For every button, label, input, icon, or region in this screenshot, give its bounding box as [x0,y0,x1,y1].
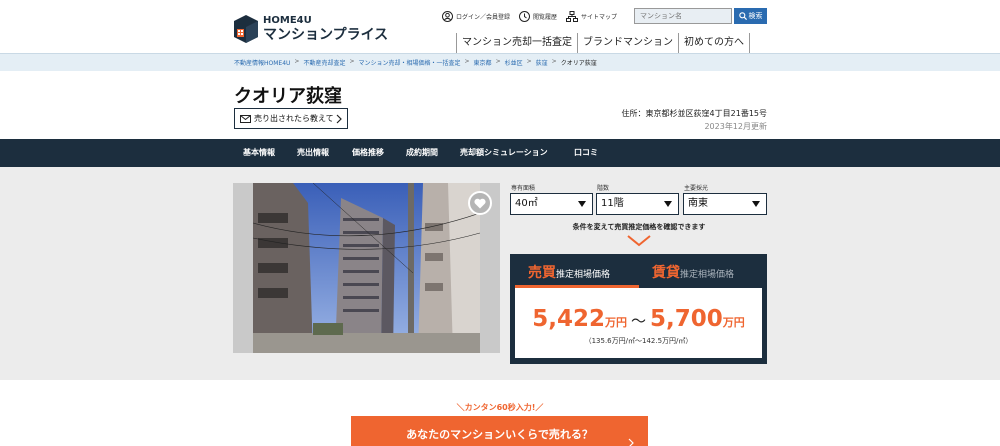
site-search: 検索 [634,8,767,24]
updated-date: 2023年12月更新 [704,122,767,131]
rent-tab-label: 推定相場価格 [680,270,735,280]
rent-tab-strong: 賃貸 [652,265,680,281]
breadcrumb-separator: > [551,58,557,65]
tab-sale-price[interactable]: 売買推定相場価格 [510,254,638,286]
breadcrumb: 不動産情報HOME4U > 不動産売却査定 > マンション売却・相場価格・一括査定 >… [234,58,597,67]
price-range: 5,422万円～ 5,700万円 [515,306,762,332]
login-label: ログイン／会員登録 [456,14,511,21]
area-label: 専有面積 [511,185,536,192]
notify-when-listed-button[interactable]: 売り出されたら教えて [234,108,348,129]
search-button[interactable]: 検索 [734,8,767,24]
sitemap-icon [566,11,578,22]
search-icon [738,12,747,20]
price-display: 5,422万円～ 5,700万円 （135.6万円/㎡～142.5万円/㎡） [515,288,762,358]
breadcrumb-item[interactable]: マンション売却・相場価格・一括査定 [359,58,461,67]
dropdown-arrow-icon [752,201,760,207]
floor-value: 11階 [601,198,624,209]
search-button-label: 検索 [748,13,763,20]
breadcrumb-separator: > [464,58,470,65]
direction-value: 南東 [688,198,708,209]
breadcrumb-separator: > [294,58,300,65]
tab-price-history[interactable]: 価格推移 [352,139,384,167]
nav-brand-mansions[interactable]: ブランドマンション [577,33,679,53]
cta-label: あなたのマンションいくらで売れる？ [406,428,593,441]
area-value: 40㎡ [515,198,538,209]
property-address: 住所：東京都杉並区荻窪4丁目21番15号 [621,109,767,118]
heart-icon [474,198,486,208]
breadcrumb-separator: > [495,58,501,65]
breadcrumb-separator: > [349,58,355,65]
page-title: クオリア荻窪 [234,86,342,107]
sale-tab-label: 推定相場価格 [556,270,611,280]
breadcrumb-item[interactable]: 荻窪 [536,58,548,67]
breadcrumb-item[interactable]: 杉並区 [505,58,523,67]
breadcrumb-bar: 不動産情報HOME4U > 不動産売却査定 > マンション売却・相場価格・一括査定 >… [0,53,1000,71]
site-logo[interactable]: HOME4U マンションプライス [234,15,388,43]
favorite-button[interactable] [468,191,492,215]
clock-icon [519,11,530,22]
breadcrumb-current: クオリア荻窪 [560,60,597,67]
building-photo [253,183,480,353]
area-select[interactable]: 40㎡ [510,193,593,215]
logo-brand: HOME4U [263,15,312,26]
tab-sale-simulation[interactable]: 売却額シミュレーション [460,139,548,167]
tab-rent-price[interactable]: 賃貸推定相場価格 [638,254,767,286]
breadcrumb-item[interactable]: 不動産情報HOME4U [234,58,290,67]
promo-tagline: ＼カンタン60秒入力!／ [456,403,544,412]
tab-reviews[interactable]: 口コミ [574,139,598,167]
dropdown-arrow-icon [578,201,586,207]
property-photo-frame [233,183,500,353]
chevron-right-icon [628,438,634,446]
login-link[interactable]: ログイン／会員登録 [442,11,510,22]
dropdown-arrow-icon [664,201,672,207]
history-link[interactable]: 閲覧履歴 [519,11,557,22]
price-section-background [0,167,1000,380]
nav-bulk-appraisal[interactable]: マンション売却一括査定 [456,33,578,53]
sitemap-link[interactable]: サイトマップ [566,11,617,22]
breadcrumb-item[interactable]: 不動産売却査定 [303,58,345,67]
search-input[interactable] [634,8,732,24]
filter-hint: 条件を変えて売買推定価格を確認できます [572,223,706,231]
chevron-right-icon [336,114,342,124]
floor-select[interactable]: 11階 [596,193,679,215]
price-unit: 万円 [722,316,745,329]
breadcrumb-separator: > [526,58,532,65]
price-high: 5,700 [650,306,723,332]
price-low: 5,422 [532,306,605,332]
chevron-down-icon [627,235,651,247]
main-nav: マンション売却一括査定 ブランドマンション 初めての方へ [456,33,750,53]
price-per-sqm: （135.6万円/㎡～142.5万円/㎡） [584,337,693,345]
direction-select[interactable]: 南東 [683,193,767,215]
user-icon [442,11,453,22]
tab-sale-period[interactable]: 成約期間 [406,139,438,167]
appraisal-cta-button[interactable]: あなたのマンションいくらで売れる？ [351,416,648,446]
estimated-price-panel: 売買推定相場価格 賃貸推定相場価格 5,422万円～ 5,700万円 （135.6… [510,254,767,364]
nav-first-time[interactable]: 初めての方へ [678,33,750,53]
tab-listings[interactable]: 売出情報 [297,139,329,167]
price-range-tilde: ～ [630,312,646,330]
notify-button-label: 売り出されたら教えて [254,114,334,123]
breadcrumb-item[interactable]: 東京都 [474,58,492,67]
history-label: 閲覧履歴 [533,14,558,21]
section-tabs: 基本情報 売出情報 価格推移 成約期間 売却額シミュレーション 口コミ [0,139,1000,167]
logo-cube-icon [234,15,258,43]
price-unit: 万円 [604,316,627,329]
tab-basic-info[interactable]: 基本情報 [243,139,275,167]
site-header: HOME4U マンションプライス ログイン／会員登録 閲覧履歴 サイトマップ 検… [0,0,1000,53]
sale-tab-strong: 売買 [528,265,556,281]
sitemap-label: サイトマップ [581,14,618,21]
mail-icon [240,114,251,123]
floor-label: 階数 [597,185,610,192]
logo-service: マンションプライス [263,27,389,43]
direction-label: 主要採光 [684,185,709,192]
